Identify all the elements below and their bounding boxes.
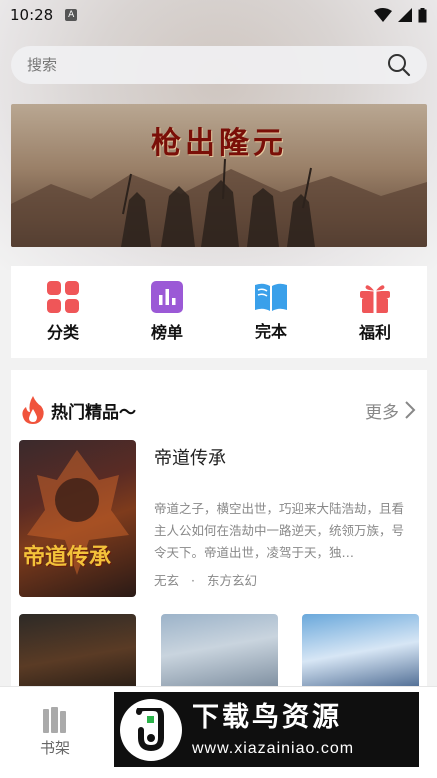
featured-book[interactable]: 帝道传承 帝道传承 帝道之子，横空出世，巧迎来大陆浩劫，且看主人公如何在浩劫中一… [19,440,409,597]
status-time: 10:28 [10,6,54,24]
grid-label-finished: 完本 [254,322,287,341]
book-cover[interactable]: 帝道传承 [19,440,136,597]
category-icon [47,281,79,313]
notification-badge: A [65,9,78,21]
grid-label-welfare: 福利 [358,323,391,342]
book-icon [255,283,287,311]
watermark-logo [120,698,182,761]
bookshelf-icon [43,707,66,733]
watermark-title: 下载鸟资源 [192,701,342,733]
cover-title: 帝道传承 [23,544,112,570]
category-grid: 分类 榜单 完本 福利 [11,266,427,358]
ranking-icon [151,281,183,313]
wifi-icon [374,8,392,22]
grid-item-category[interactable]: 分类 [23,281,103,343]
book-description: 帝道之子，横空出世，巧迎来大陆浩劫，且看主人公如何在浩劫中一路逆天，统领万族，号… [154,501,405,560]
nav-bookshelf[interactable]: 书架 [32,707,78,758]
search-bar[interactable] [11,46,427,84]
signal-icon [398,8,412,22]
search-icon[interactable] [387,53,411,77]
cover-artwork [27,450,129,575]
grid-item-welfare[interactable]: 福利 [335,281,415,343]
banner-title: 枪出隆元 [151,126,287,161]
watermark-url: www.xiazainiao.com [192,739,355,757]
more-link[interactable]: 更多 [365,398,417,423]
grid-item-finished[interactable]: 完本 [231,282,311,342]
battery-icon [418,7,427,22]
nav-bookshelf-label: 书架 [39,739,70,757]
chevron-right-icon [405,401,416,419]
book-info: 帝道传承 帝道之子，横空出世，巧迎来大陆浩劫，且看主人公如何在浩劫中一路逆天，统… [154,440,409,597]
search-input[interactable] [27,56,387,74]
watermark-overlay: 下载鸟资源 www.xiazainiao.com [114,692,419,767]
promo-banner[interactable]: 枪出隆元 [11,104,427,247]
hot-section-title: 热门精品～ [51,402,136,423]
watermark-text: 下载鸟资源 www.xiazainiao.com [192,702,354,758]
hot-section: 热门精品～ 更多 帝道传承 帝道传承 帝道之子，横空出世，巧迎来大陆浩劫，且看主… [11,370,427,700]
grid-item-ranking[interactable]: 榜单 [127,281,207,343]
book-title: 帝道传承 [154,448,226,469]
book-genre: 东方玄幻 [206,573,257,588]
flame-icon [22,396,44,424]
book-meta: 无玄 · 东方玄幻 [154,570,257,589]
book-author: 无玄 [154,573,180,588]
grid-label-category: 分类 [46,323,79,342]
bird-logo-icon [136,707,164,751]
grid-label-ranking: 榜单 [150,323,183,342]
hot-section-header: 热门精品～ 更多 [11,370,427,450]
gift-icon [360,284,390,313]
meta-separator: · [191,573,195,588]
status-bar: 10:28 A [0,0,437,30]
more-label: 更多 [365,402,399,423]
